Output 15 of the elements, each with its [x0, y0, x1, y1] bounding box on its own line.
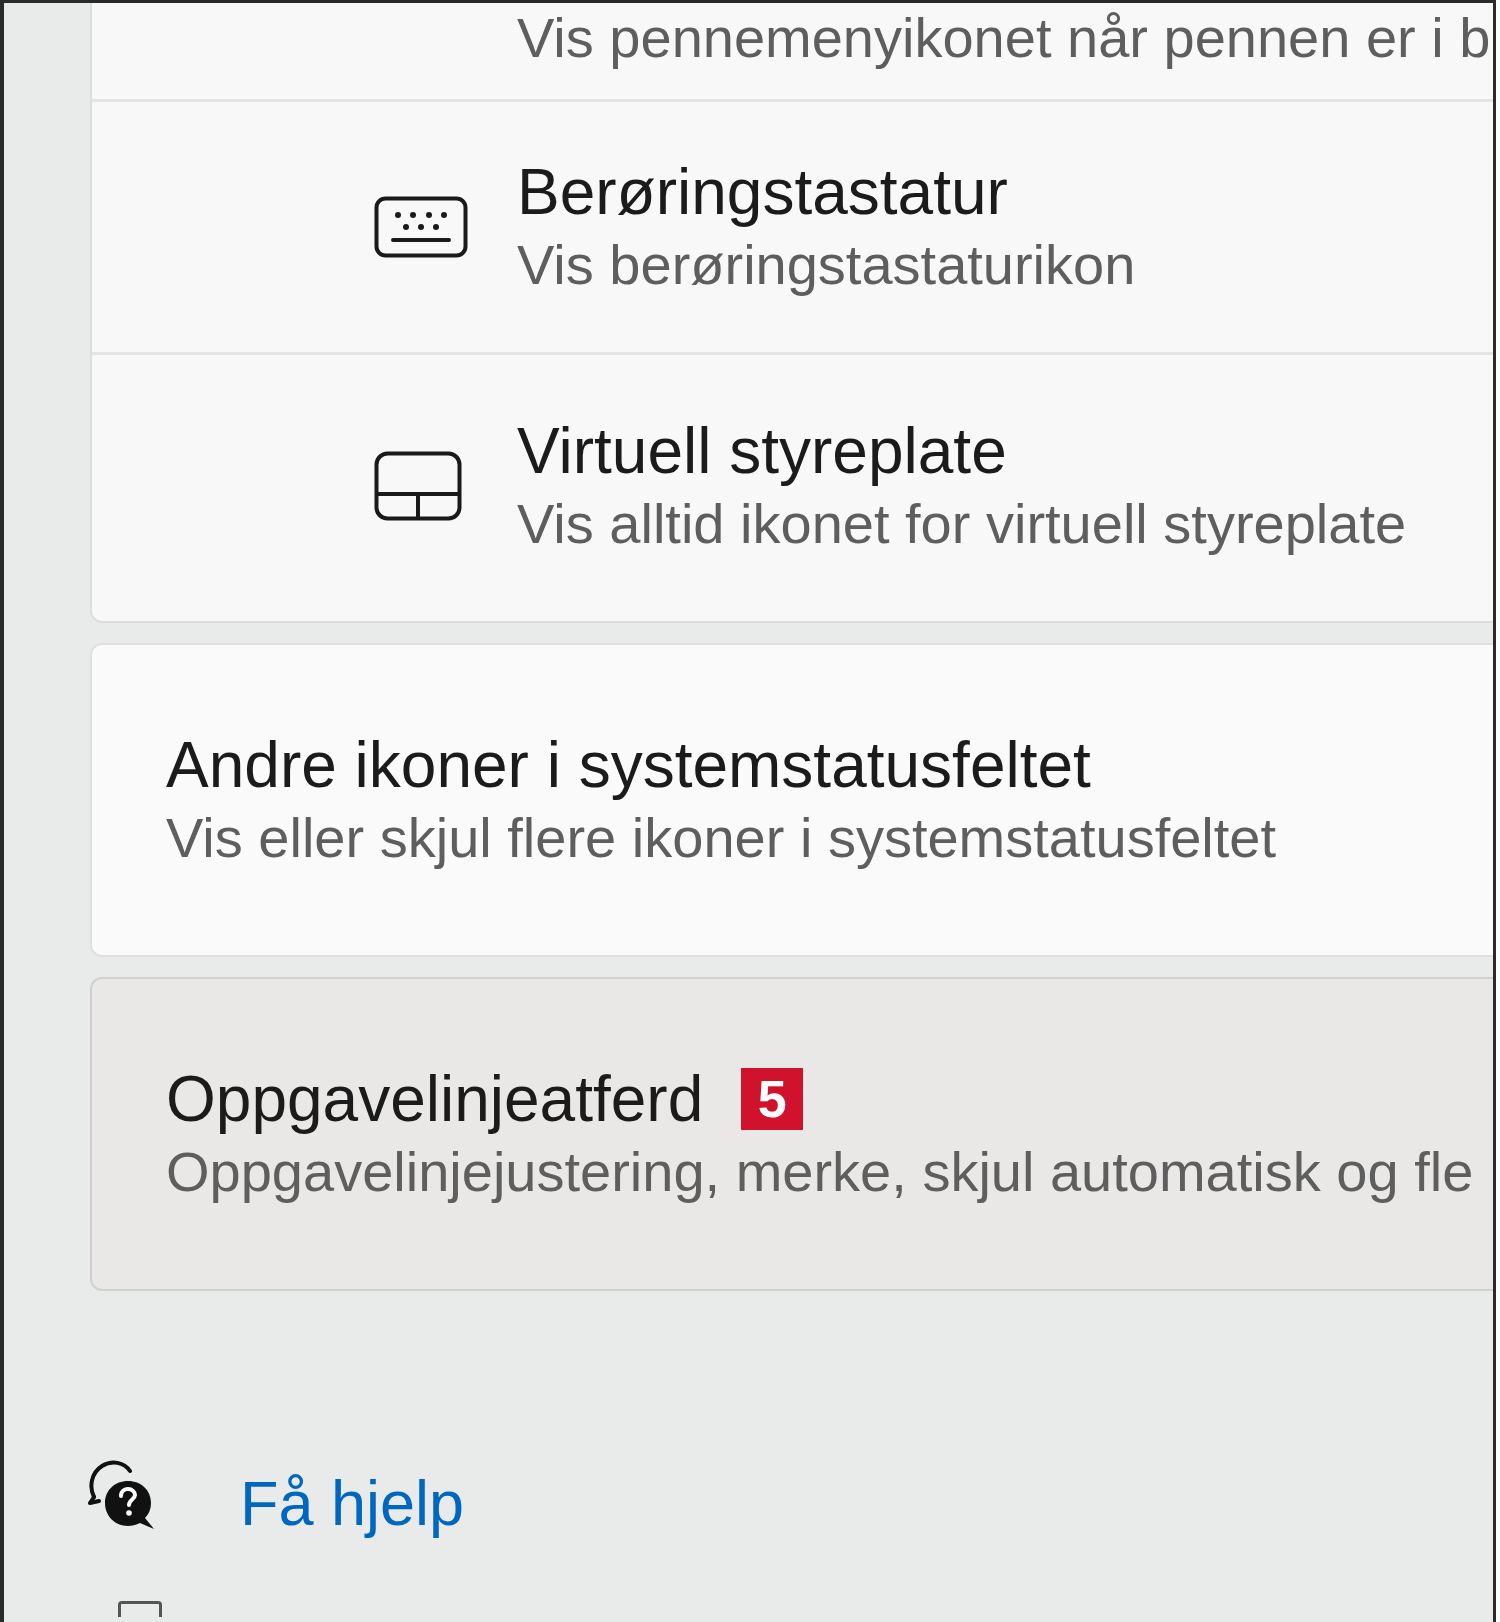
card-title: Andre ikoner i systemstatusfeltet — [166, 728, 1091, 803]
setting-title: Virtuell styreplate — [517, 414, 1008, 489]
setting-description: Vis alltid ikonet for virtuell styreplate — [517, 491, 1407, 557]
settings-link-card[interactable]: Oppgavelinjeatferd 5 Oppgavelinjejustering, merke, skjul automatisk og fle — [90, 977, 1493, 1291]
setting-title: Berøringstastatur — [517, 155, 1009, 230]
keyboard-icon — [374, 196, 468, 258]
card-title: Oppgavelinjeatferd — [166, 1062, 704, 1137]
touchpad-icon — [374, 451, 462, 521]
number-badge: 5 — [741, 1068, 804, 1130]
setting-description: Vis pennemenyikonet når pennen er i b — [517, 5, 1491, 71]
card-description: Oppgavelinjejustering, merke, skjul automatisk og fle — [166, 1139, 1475, 1205]
help-link[interactable]: Få hjelp — [240, 1465, 465, 1541]
setting-description: Vis berøringstastaturikon — [517, 232, 1136, 298]
card-description: Vis eller skjul flere ikoner i systemstatusfeltet — [166, 805, 1278, 871]
settings-link-card[interactable]: Andre ikoner i systemstatusfeltet Vis eller skjul flere ikoner i systemstatusfeltet — [90, 643, 1493, 957]
